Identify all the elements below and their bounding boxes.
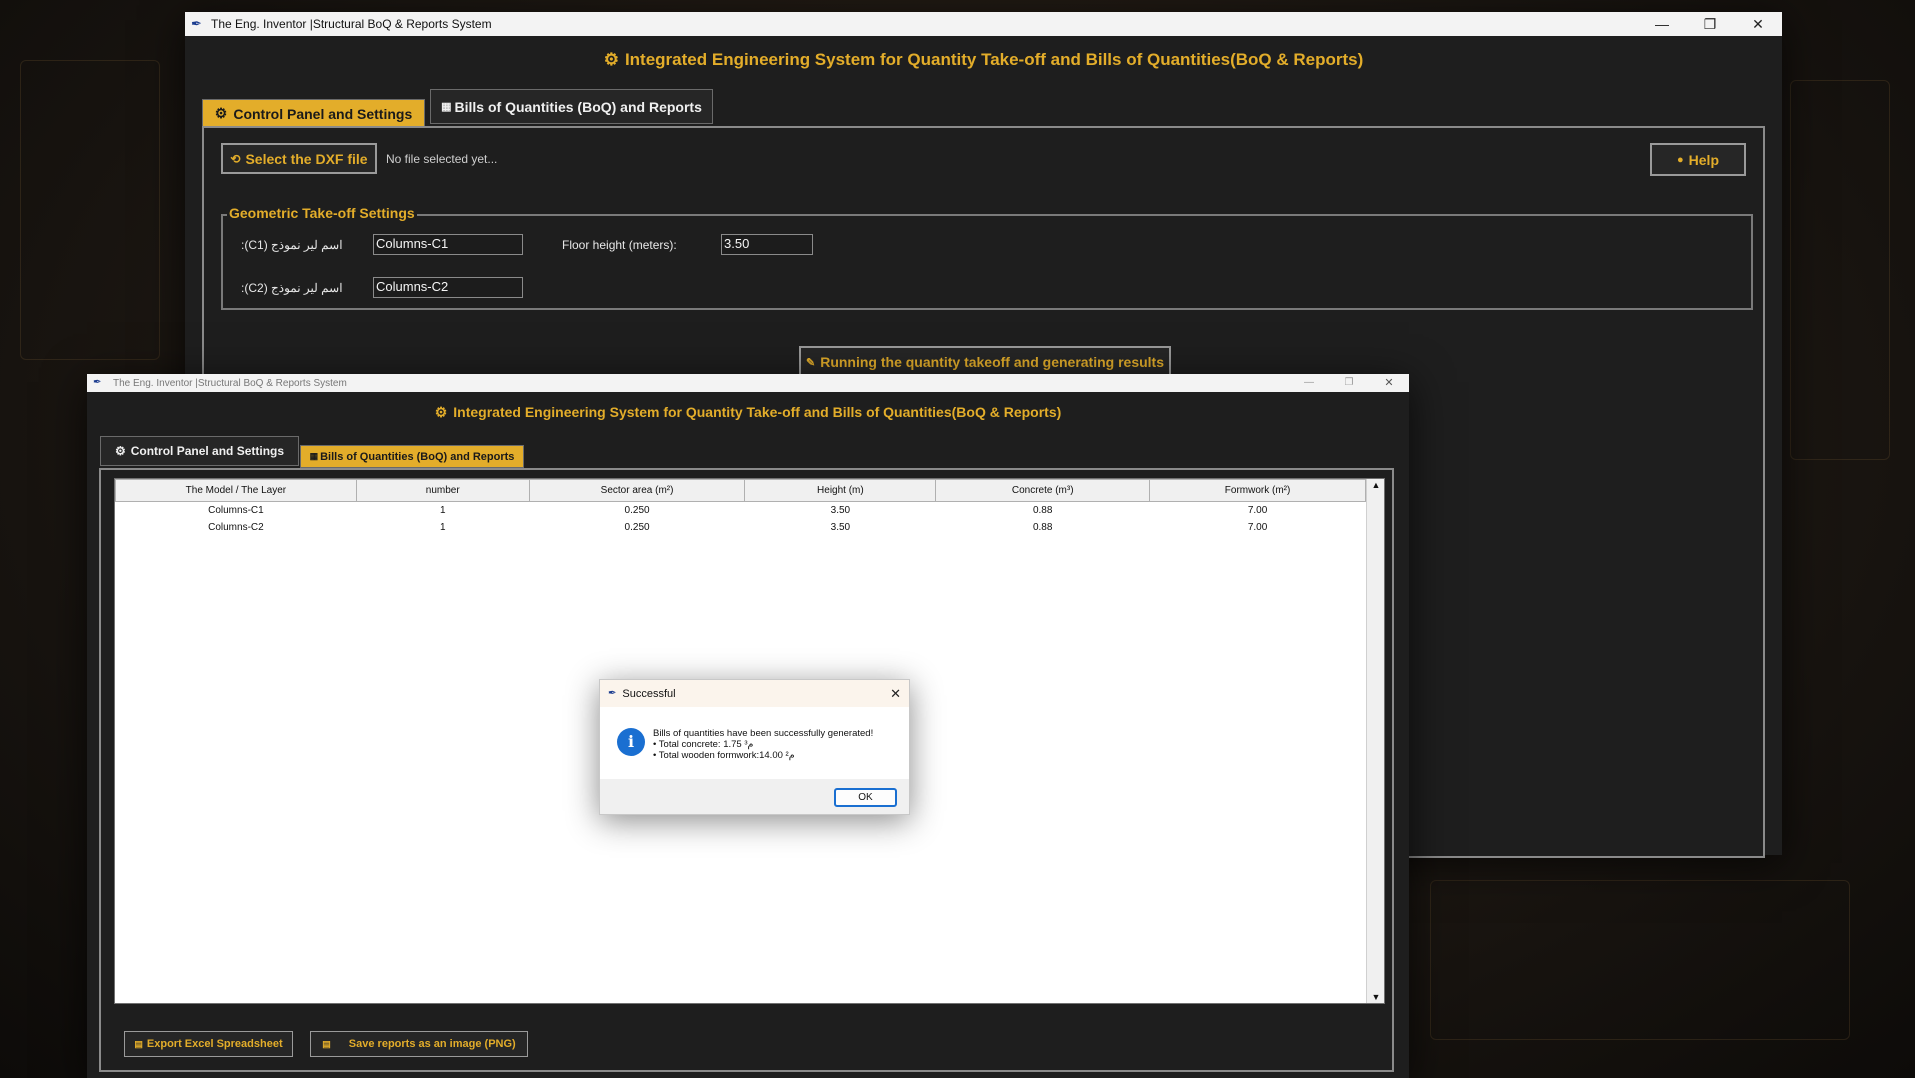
table-cell: 7.00 [1247, 521, 1268, 533]
window-titlebar[interactable]: ✒ The Eng. Inventor |Structural BoQ & Re… [87, 374, 1409, 392]
table-cell: 0.88 [1032, 504, 1053, 516]
help-button[interactable]: ● Help [1650, 143, 1746, 176]
table-cell: Columns-C1 [208, 504, 264, 516]
run-takeoff-label: Running the quantity takeoff and generat… [820, 354, 1165, 370]
table-cell: 0.250 [624, 504, 650, 516]
table-cell: 7.00 [1247, 504, 1268, 516]
dialog-titlebar[interactable]: ✒ Successful ✕ [600, 680, 909, 707]
window-title: The Eng. Inventor |Structural BoQ & Repo… [113, 377, 347, 389]
floor-height-input[interactable]: 3.50 [721, 234, 813, 255]
lightbulb-icon: ● [1677, 153, 1684, 166]
select-dxf-button[interactable]: ⟲ Select the DXF file [221, 143, 377, 174]
background-decoration [20, 60, 160, 360]
info-icon: i [617, 728, 645, 756]
save-png-label: Save reports as an image (PNG) [348, 1038, 516, 1050]
app-title: ⚙ Integrated Engineering System for Quant… [87, 404, 1409, 421]
table-header-row: The Model / The Layer number Sector area… [115, 479, 1366, 502]
table-row[interactable]: Columns-C2 1 0.250 3.50 0.88 7.00 [116, 519, 1366, 536]
close-icon[interactable]: ✕ [890, 686, 901, 702]
app-title: ⚙ Integrated Engineering System for Quant… [185, 50, 1782, 70]
background-decoration [1430, 880, 1850, 1040]
scroll-down-icon[interactable]: ▼ [1367, 992, 1385, 1002]
table-cell: 1 [439, 521, 446, 533]
table-cell: 1 [439, 504, 446, 516]
calculator-icon: ▦ [309, 451, 319, 461]
feather-app-icon: ✒ [191, 16, 202, 31]
dialog-message: Bills of quantities have been successful… [653, 728, 873, 761]
spreadsheet-icon: ▤ [134, 1038, 143, 1049]
tab-label: Control Panel and Settings [233, 105, 413, 122]
gear-icon: ⚙ [114, 444, 126, 458]
restore-icon[interactable]: ❐ [1329, 374, 1369, 392]
background-decoration [1790, 80, 1890, 460]
app-title-text: Integrated Engineering System for Quanti… [624, 50, 1364, 69]
select-dxf-label: Select the DXF file [245, 150, 368, 167]
column-header[interactable]: Height (m) [744, 479, 937, 502]
window-title: The Eng. Inventor |Structural BoQ & Repo… [211, 17, 492, 31]
dialog-message-line: • Total wooden formwork:14.00 م² [653, 750, 795, 761]
minimize-icon[interactable]: — [1638, 12, 1686, 36]
c1-layer-input[interactable]: Columns-C1 [373, 234, 523, 255]
image-icon: ▤ [322, 1038, 331, 1049]
app-title-text: Integrated Engineering System for Quanti… [453, 404, 1062, 420]
dialog-message-line: Bills of quantities have been successful… [653, 728, 874, 739]
column-header[interactable]: number [355, 479, 530, 502]
vertical-scrollbar[interactable]: ▲ ▼ [1366, 479, 1384, 1003]
dialog-title: Successful [622, 687, 676, 700]
table-cell: Columns-C2 [208, 521, 264, 533]
dialog-footer: OK [600, 779, 909, 814]
dialog-message-line: • Total concrete: 1.75 م³ [653, 739, 754, 750]
column-header[interactable]: Formwork (m²) [1149, 479, 1366, 502]
column-header[interactable]: Sector area (m²) [528, 479, 746, 502]
restore-icon[interactable]: ❐ [1686, 12, 1734, 36]
column-header[interactable]: Concrete (m³) [935, 479, 1151, 502]
c2-layer-input[interactable]: Columns-C2 [373, 277, 523, 298]
window-titlebar[interactable]: ✒ The Eng. Inventor |Structural BoQ & Re… [185, 12, 1782, 36]
column-header[interactable]: The Model / The Layer [115, 479, 357, 502]
gear-icon: ⚙ [214, 105, 228, 121]
success-dialog: ✒ Successful ✕ i Bills of quantities hav… [599, 679, 910, 815]
close-icon[interactable]: ✕ [1369, 374, 1409, 392]
tab-boq-reports[interactable]: ▦ Bills of Quantities (BoQ) and Reports [430, 89, 713, 124]
gear-icon: ⚙ [434, 404, 448, 420]
tab-label: Bills of Quantities (BoQ) and Reports [454, 98, 702, 115]
feather-app-icon: ✒ [608, 688, 617, 699]
table-cell: 3.50 [830, 521, 851, 533]
scroll-up-icon[interactable]: ▲ [1367, 480, 1385, 490]
close-icon[interactable]: ✕ [1734, 12, 1782, 36]
save-png-button[interactable]: ▤ Save reports as an image (PNG) [310, 1031, 528, 1057]
help-label: Help [1688, 151, 1719, 168]
export-excel-button[interactable]: ▤ Export Excel Spreadsheet [124, 1031, 293, 1057]
tab-label: Control Panel and Settings [130, 444, 285, 458]
c2-layer-label: اسم لير نموذج (C2): [241, 281, 343, 295]
ok-button[interactable]: OK [834, 788, 897, 807]
feather-app-icon: ✒ [93, 377, 102, 388]
minimize-icon[interactable]: — [1289, 374, 1329, 392]
settings-group-title: Geometric Take-off Settings [227, 205, 417, 221]
table-cell: 0.250 [624, 521, 650, 533]
tab-control-panel[interactable]: ⚙ Control Panel and Settings [100, 436, 299, 466]
geometric-settings-group: Geometric Take-off Settings اسم لير نموذ… [221, 205, 1753, 310]
folder-icon: ⟲ [230, 151, 241, 166]
export-excel-label: Export Excel Spreadsheet [146, 1038, 283, 1050]
table-row[interactable]: Columns-C1 1 0.250 3.50 0.88 7.00 [116, 502, 1366, 519]
tab-boq-reports[interactable]: ▦ Bills of Quantities (BoQ) and Reports [300, 445, 524, 468]
c1-layer-label: اسم لير نموذج (C1): [241, 238, 343, 252]
table-cell: 0.88 [1032, 521, 1053, 533]
pencil-icon: ✎ [805, 356, 816, 369]
table-cell: 3.50 [830, 504, 851, 516]
tab-control-panel[interactable]: ⚙ Control Panel and Settings [202, 99, 425, 128]
gear-icon: ⚙ [603, 50, 619, 69]
calculator-icon: ▦ [441, 101, 452, 113]
file-status: No file selected yet... [386, 152, 498, 166]
floor-height-label: Floor height (meters): [562, 238, 677, 252]
tab-label: Bills of Quantities (BoQ) and Reports [320, 450, 515, 463]
